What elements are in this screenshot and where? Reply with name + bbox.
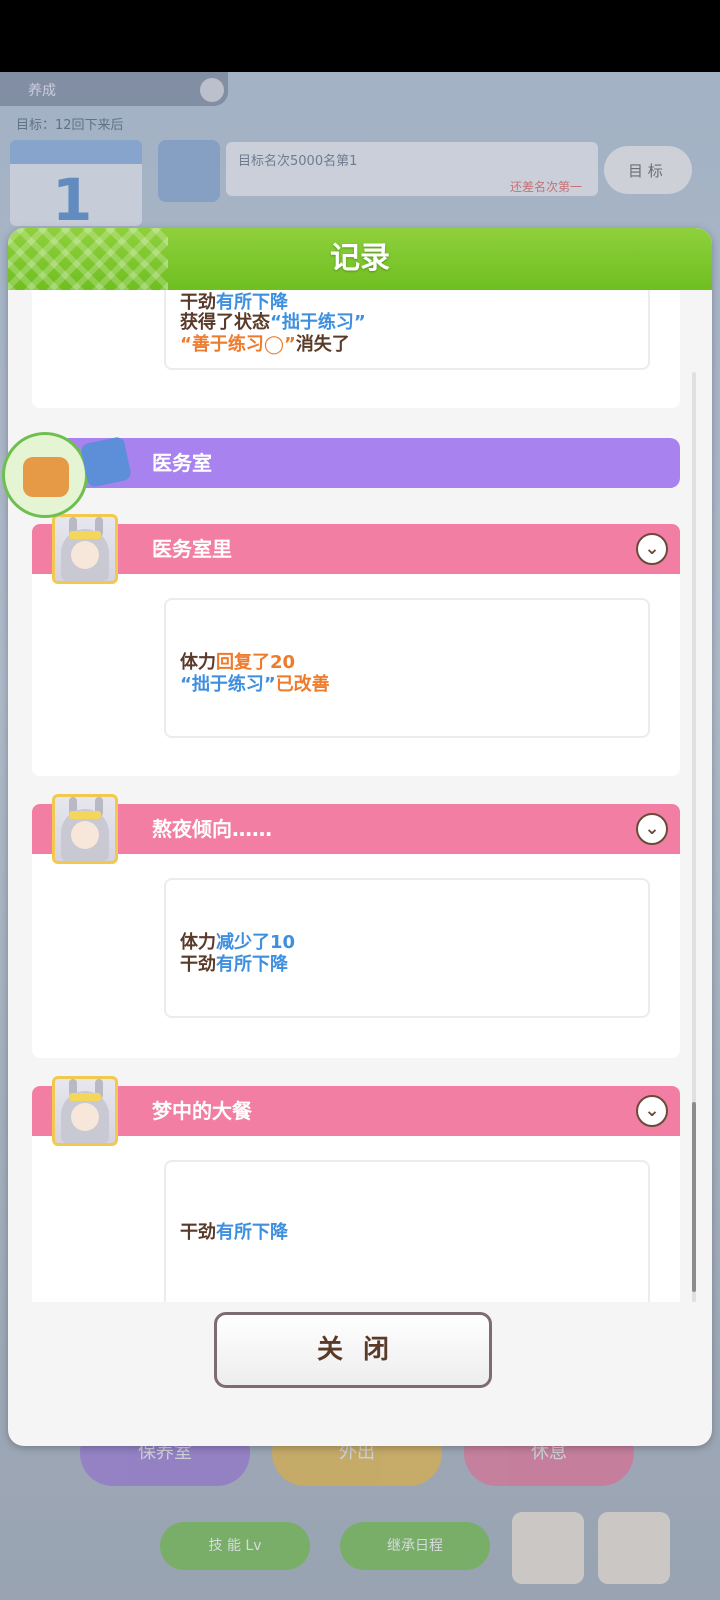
event-title: 梦中的大餐	[152, 1099, 252, 1123]
result-text: “拙于练习”	[180, 674, 276, 695]
badge-character	[23, 457, 69, 497]
result-text: 消失了	[295, 334, 350, 355]
event-result-box: 体力回复了20 “拙于练习”已改善	[164, 598, 650, 738]
result-text: 有所下降	[216, 954, 288, 975]
event-header[interactable]: 熬夜倾向…… ⌄	[32, 804, 680, 854]
result-line: “拙于练习”已改善	[180, 670, 330, 696]
result-line: 干劲有所下降	[180, 1218, 288, 1244]
avatar-crown	[69, 811, 101, 819]
event-title: 医务室里	[152, 537, 232, 561]
dialog-title: 记录	[330, 241, 390, 276]
close-button[interactable]: 关闭	[214, 1312, 492, 1388]
character-avatar	[52, 1076, 118, 1146]
chevron-down-icon[interactable]: ⌄	[636, 1095, 668, 1127]
avatar-crown	[69, 1093, 101, 1101]
event-result-box: 体力减少了10 干劲有所下降	[164, 878, 650, 1018]
dialog-header: 记录	[8, 228, 712, 290]
event-header[interactable]: 梦中的大餐 ⌄	[32, 1086, 680, 1136]
event-card: 医务室里 ⌄ 体力回复了20 “拙于练习”已改善	[32, 514, 680, 776]
section-header: 医务室	[32, 438, 680, 488]
character-avatar	[52, 794, 118, 864]
scrollbar-thumb[interactable]	[692, 1102, 696, 1292]
result-line: 干劲有所下降	[180, 950, 288, 976]
event-card: 熬夜倾向…… ⌄ 体力减少了10 干劲有所下降	[32, 794, 680, 1058]
log-dialog: 记录 干劲有所下降 获得了状态“拙于练习” “善于练习◯”消失了 医务室 医务室…	[8, 228, 712, 1446]
avatar-crown	[69, 531, 101, 539]
result-text: 干劲	[180, 954, 216, 975]
section-title: 医务室	[152, 451, 212, 475]
event-result-box: 干劲有所下降	[164, 1160, 650, 1302]
section-card: 医务室	[32, 438, 680, 488]
avatar-face	[71, 1103, 99, 1131]
avatar-face	[71, 541, 99, 569]
cup-icon	[79, 435, 133, 489]
event-card: 梦中的大餐 ⌄ 干劲有所下降	[32, 1076, 680, 1302]
result-text: 已改善	[275, 674, 330, 695]
event-result-box: 干劲有所下降 获得了状态“拙于练习” “善于练习◯”消失了	[164, 290, 650, 370]
character-avatar	[52, 514, 118, 584]
status-bar	[0, 0, 720, 72]
result-text: 干劲	[180, 1222, 216, 1243]
event-badge-icon[interactable]	[2, 432, 88, 518]
avatar-face	[71, 821, 99, 849]
chevron-down-icon[interactable]: ⌄	[636, 813, 668, 845]
event-card: 干劲有所下降 获得了状态“拙于练习” “善于练习◯”消失了	[32, 290, 680, 408]
chevron-down-icon[interactable]: ⌄	[636, 533, 668, 565]
event-title: 熬夜倾向……	[152, 817, 272, 841]
result-text: “善于练习◯”	[180, 334, 296, 355]
result-text: 有所下降	[216, 1222, 288, 1243]
result-line: “善于练习◯”消失了	[180, 330, 350, 356]
event-header[interactable]: 医务室里 ⌄	[32, 524, 680, 574]
